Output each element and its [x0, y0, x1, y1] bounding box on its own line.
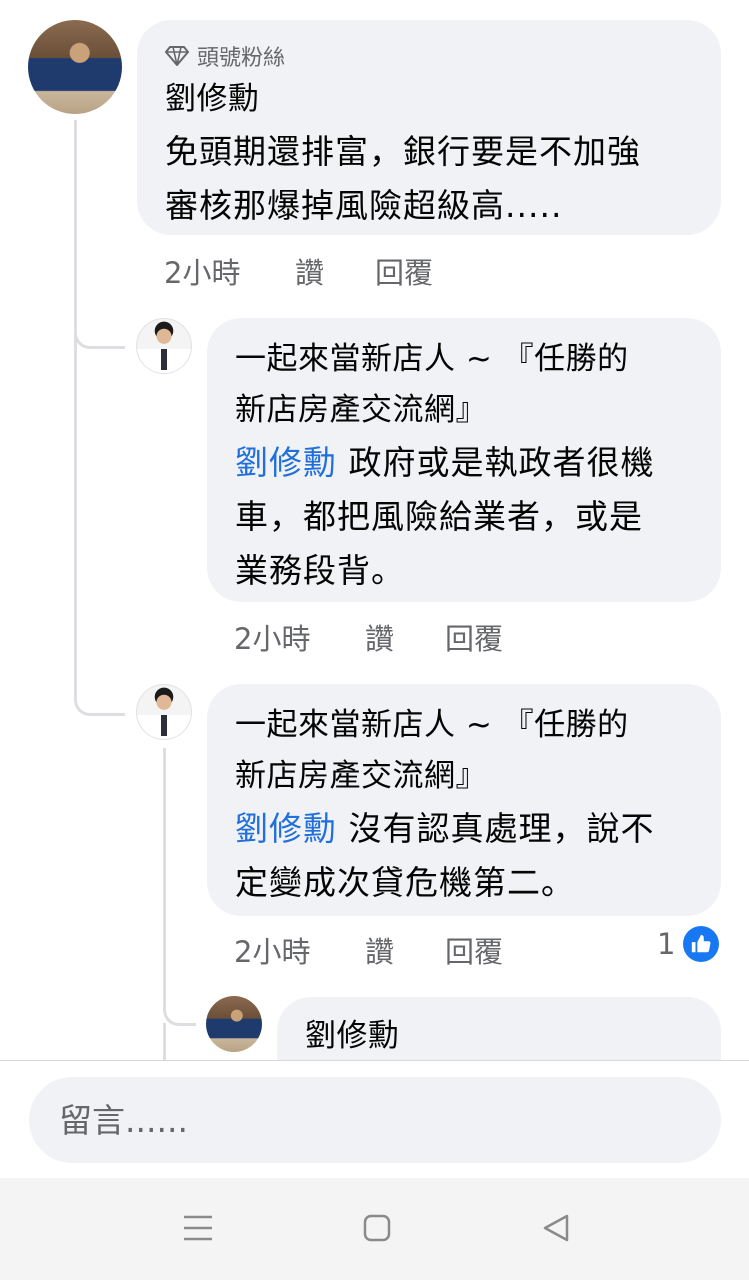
comment-text-line: 車，都把風險給業者，或是 [235, 497, 643, 536]
thread-branch [74, 300, 125, 349]
comment-author[interactable]: 劉修勳 [165, 74, 693, 125]
avatar[interactable] [136, 684, 192, 740]
diamond-icon [165, 46, 189, 66]
comment-text-line: 審核那爆掉風險超級高..... [165, 186, 563, 225]
comment-bubble[interactable]: 一起來當新店人 ~ 『任勝的 新店房產交流網』 劉修勳 沒有認真處理，說不 定變… [207, 684, 721, 916]
comment-actions: 2小時 讚 回覆 [164, 250, 433, 292]
thumbs-up-icon [683, 926, 720, 962]
reply-link[interactable]: 回覆 [445, 929, 503, 971]
comment-composer [0, 1060, 749, 1179]
reply-link[interactable]: 回覆 [445, 616, 503, 658]
like-link[interactable]: 讚 [365, 929, 445, 971]
comment-author[interactable]: 劉修勳 [305, 1011, 693, 1060]
top-fan-label: 頭號粉絲 [197, 46, 286, 71]
comment-text: 劉修勳 政府或是執政者很機 車，都把風險給業者，或是 業務段背。 [235, 436, 693, 598]
comment-time[interactable]: 2小時 [234, 616, 365, 658]
comment-text: 免頭期還排富，銀行要是不加強 審核那爆掉風險超級高..... [165, 125, 693, 233]
comment-text-line: 定變成次貸危機第二。 [235, 863, 575, 902]
comment-text-segment: 政府或是執政者很機 [337, 443, 655, 482]
comment-time[interactable]: 2小時 [234, 929, 365, 971]
avatar[interactable] [206, 996, 262, 1052]
comment-author-line: 新店房產交流網』 [235, 392, 487, 428]
system-navigation-bar [0, 1178, 749, 1280]
back-triangle-icon[interactable] [536, 1208, 576, 1248]
comment-text-line: 免頭期還排富，銀行要是不加強 [165, 132, 641, 171]
comment-thread: 頭號粉絲 劉修勳 免頭期還排富，銀行要是不加強 審核那爆掉風險超級高..... … [0, 0, 749, 1060]
thread-line [74, 345, 77, 665]
thread-branch [163, 975, 196, 1026]
like-link[interactable]: 讚 [295, 250, 375, 292]
comment-author[interactable]: 一起來當新店人 ~ 『任勝的 新店房產交流網』 [235, 700, 693, 802]
comment-input[interactable] [29, 1077, 721, 1163]
avatar[interactable] [28, 20, 122, 114]
thread-line [163, 748, 166, 978]
mention-link[interactable]: 劉修勳 [235, 443, 337, 482]
comment-author[interactable]: 一起來當新店人 ~ 『任勝的 新店房產交流網』 [235, 334, 693, 436]
comment-author-line: 一起來當新店人 ~ 『任勝的 [235, 707, 629, 743]
avatar[interactable] [136, 318, 192, 374]
comment-text: 劉修勳 沒有認真處理，說不 定變成次貸危機第二。 [235, 802, 693, 910]
comment-author-line: 一起來當新店人 ~ 『任勝的 [235, 341, 629, 377]
comment-actions: 2小時 讚 回覆 [234, 616, 503, 658]
comment-author-line: 新店房產交流網』 [235, 758, 487, 794]
comment-bubble[interactable]: 頭號粉絲 劉修勳 免頭期還排富，銀行要是不加強 審核那爆掉風險超級高..... [137, 20, 721, 235]
reaction-summary[interactable]: 1 [657, 926, 720, 962]
thread-branch [74, 665, 125, 716]
comment-actions: 2小時 讚 回覆 [234, 929, 503, 971]
mention-link[interactable]: 劉修勳 [235, 809, 337, 848]
comment-text-line: 業務段背。 [235, 551, 405, 590]
home-square-icon[interactable] [357, 1208, 397, 1248]
menu-icon[interactable] [178, 1208, 218, 1248]
reply-link[interactable]: 回覆 [375, 250, 433, 292]
like-link[interactable]: 讚 [365, 616, 445, 658]
thread-line [163, 1023, 166, 1060]
comment-text-segment: 沒有認真處理，說不 [337, 809, 655, 848]
reaction-count: 1 [657, 927, 676, 961]
comment-bubble[interactable]: 一起來當新店人 ~ 『任勝的 新店房產交流網』 劉修勳 政府或是執政者很機 車，… [207, 318, 721, 602]
comment-time[interactable]: 2小時 [164, 250, 295, 292]
comment-bubble[interactable]: 劉修勳 [277, 997, 721, 1060]
top-fan-badge[interactable]: 頭號粉絲 [165, 40, 693, 72]
